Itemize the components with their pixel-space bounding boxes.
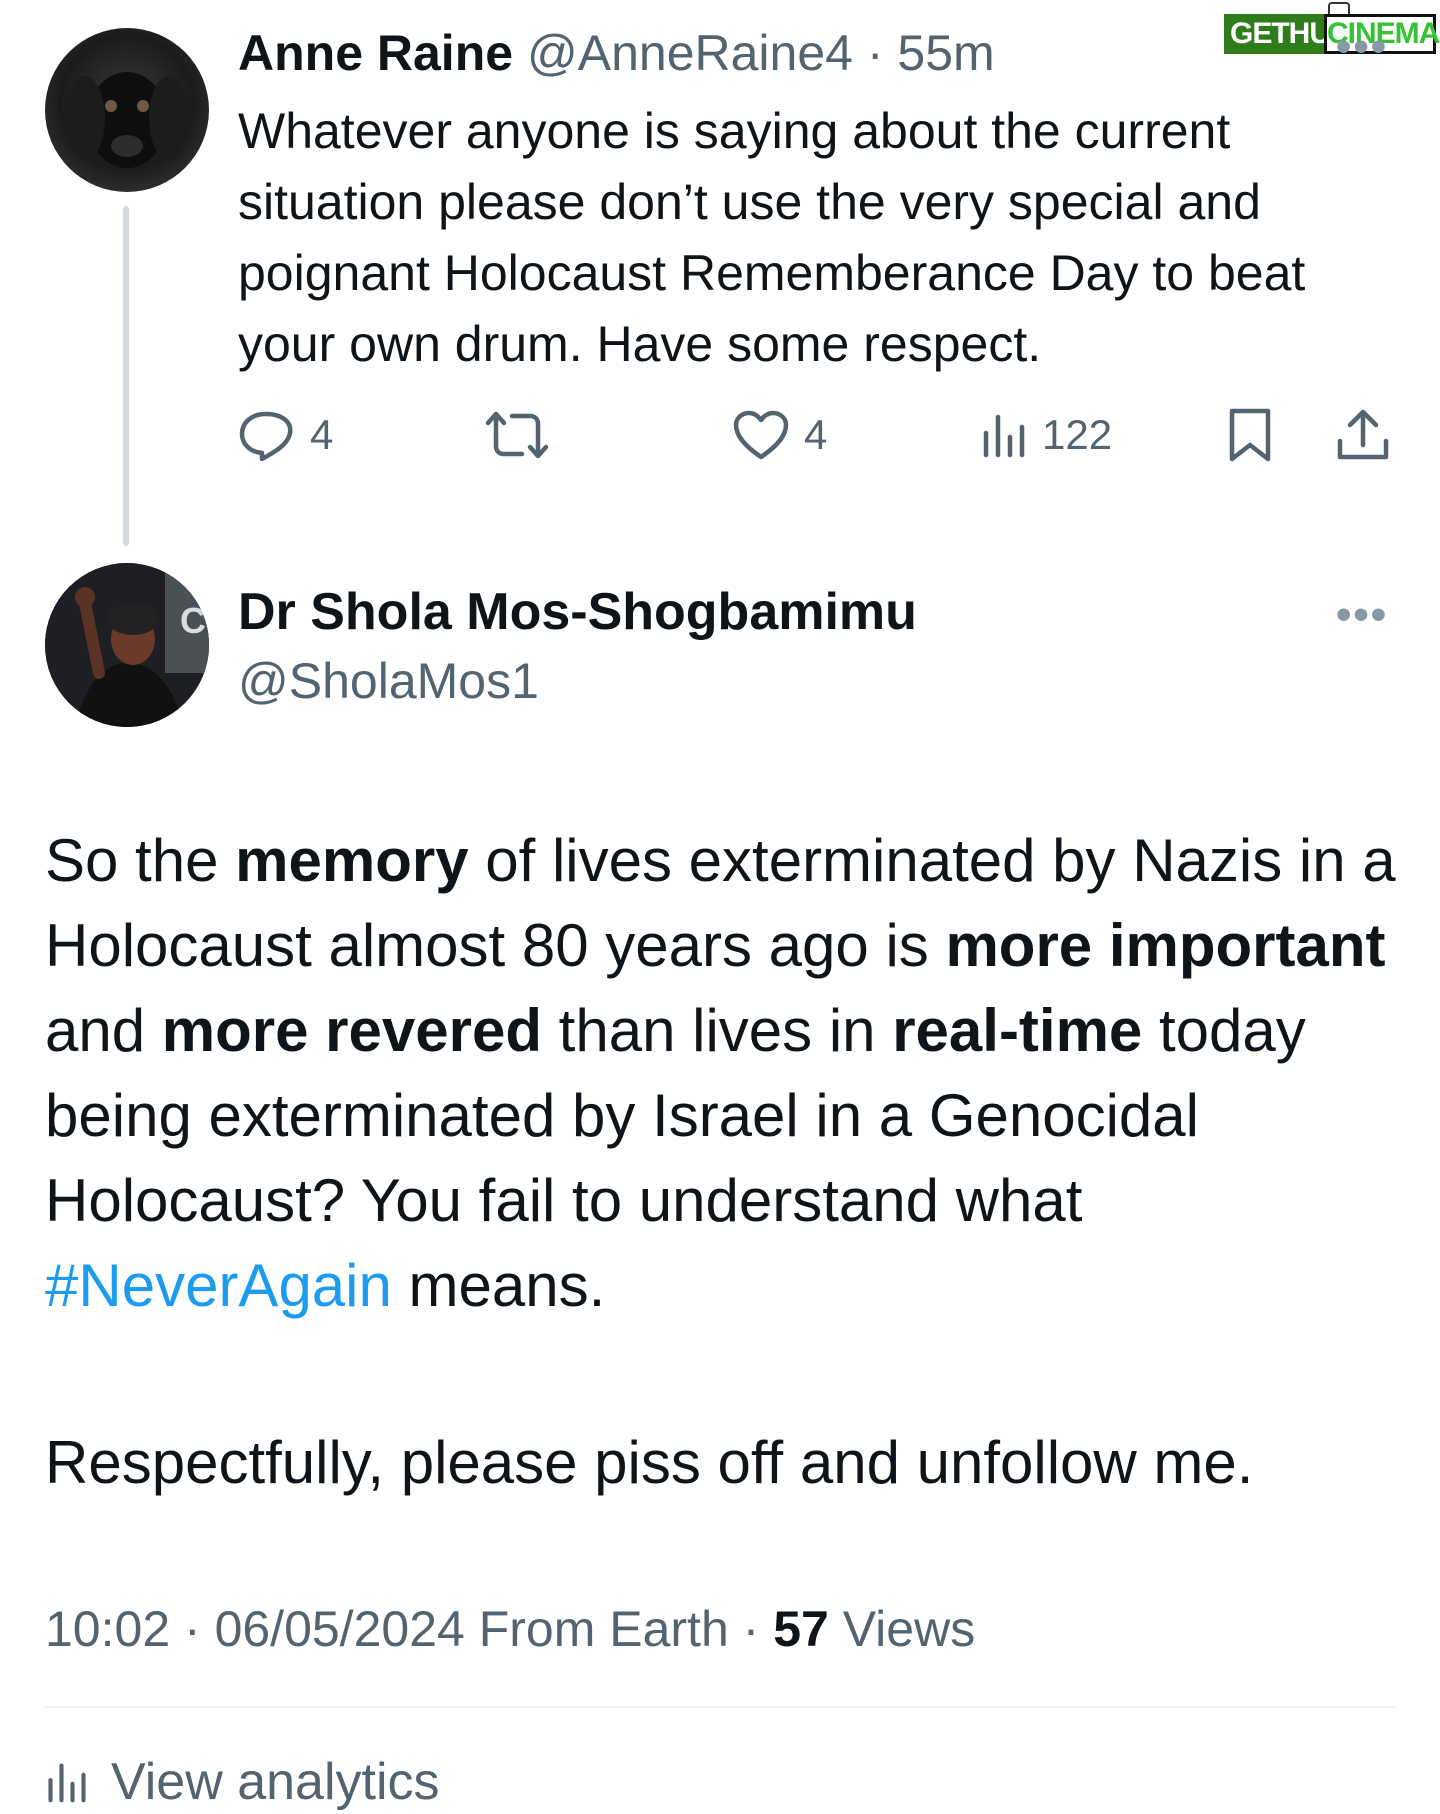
reply-tweet-header: Anne Raine @AnneRaine4 · 55m bbox=[238, 22, 995, 84]
bold-segment: more important bbox=[945, 912, 1386, 979]
main-author-name[interactable]: Dr Shola Mos-Shogbamimu bbox=[238, 580, 917, 644]
reply-time-ago[interactable]: 55m bbox=[897, 25, 994, 81]
text-segment: So the bbox=[45, 827, 236, 894]
reply-separator: · bbox=[866, 25, 884, 81]
avatar-shola-mos[interactable]: C bbox=[45, 563, 209, 727]
like-count: 4 bbox=[804, 411, 828, 458]
tweet-source: From Earth bbox=[464, 1601, 729, 1657]
share-button[interactable] bbox=[1336, 405, 1390, 465]
repost-icon bbox=[485, 411, 549, 459]
bold-segment: memory bbox=[235, 827, 469, 894]
repost-button[interactable] bbox=[484, 405, 550, 465]
share-icon bbox=[1337, 409, 1389, 460]
watermark-left-text: GETHU bbox=[1224, 14, 1336, 54]
reply-button[interactable]: 4 bbox=[238, 405, 333, 465]
reply-count: 4 bbox=[310, 411, 334, 458]
analytics-icon bbox=[48, 1763, 86, 1803]
tweet-date[interactable]: 06/05/2024 bbox=[215, 1601, 465, 1657]
view-analytics-button[interactable]: View analytics bbox=[45, 1750, 440, 1814]
bold-segment: real-time bbox=[892, 997, 1143, 1064]
views-button[interactable]: 122 bbox=[980, 405, 1112, 465]
like-button[interactable]: 4 bbox=[732, 405, 827, 465]
views-icon bbox=[983, 414, 1025, 458]
avatar-anne-raine[interactable] bbox=[45, 28, 209, 192]
svg-text:C: C bbox=[180, 600, 206, 641]
main-tweet-closing-text: Respectfully, please piss off and unfoll… bbox=[45, 1429, 1254, 1496]
reply-icon bbox=[239, 411, 293, 461]
main-tweet-text: So the memory of lives exterminated by N… bbox=[45, 818, 1415, 1328]
bold-segment: more revered bbox=[161, 997, 542, 1064]
views-count: 122 bbox=[1042, 411, 1113, 458]
reply-author-name[interactable]: Anne Raine bbox=[238, 25, 513, 81]
tweet-time[interactable]: 10:02 bbox=[45, 1601, 170, 1657]
meta-separator: · bbox=[170, 1601, 215, 1657]
watermark-logo: GETHU CINEMA bbox=[1224, 2, 1440, 58]
more-options-icon[interactable]: ••• bbox=[1336, 22, 1388, 72]
bookmark-icon bbox=[1229, 408, 1271, 462]
meta-separator: · bbox=[728, 1601, 774, 1657]
reply-author-handle[interactable]: @AnneRaine4 bbox=[527, 25, 853, 81]
view-analytics-label: View analytics bbox=[111, 1753, 440, 1811]
text-segment: than lives in bbox=[542, 997, 893, 1064]
tweet-meta: 10:02 · 06/05/2024 From Earth · 57 Views bbox=[45, 1598, 975, 1660]
more-options-icon[interactable]: ••• bbox=[1336, 590, 1388, 640]
main-author-handle[interactable]: @SholaMos1 bbox=[238, 650, 539, 712]
thread-line bbox=[123, 206, 129, 546]
bookmark-button[interactable] bbox=[1226, 405, 1274, 465]
tweet-views-label: Views bbox=[828, 1601, 976, 1657]
reply-tweet-text: Whatever anyone is saying about the curr… bbox=[238, 103, 1306, 372]
text-segment: and bbox=[45, 997, 162, 1064]
tweet-views-count: 57 bbox=[773, 1601, 829, 1657]
divider bbox=[45, 1706, 1395, 1708]
text-segment: means. bbox=[391, 1252, 606, 1319]
hashtag-link[interactable]: #NeverAgain bbox=[45, 1252, 392, 1319]
like-icon bbox=[733, 410, 789, 460]
